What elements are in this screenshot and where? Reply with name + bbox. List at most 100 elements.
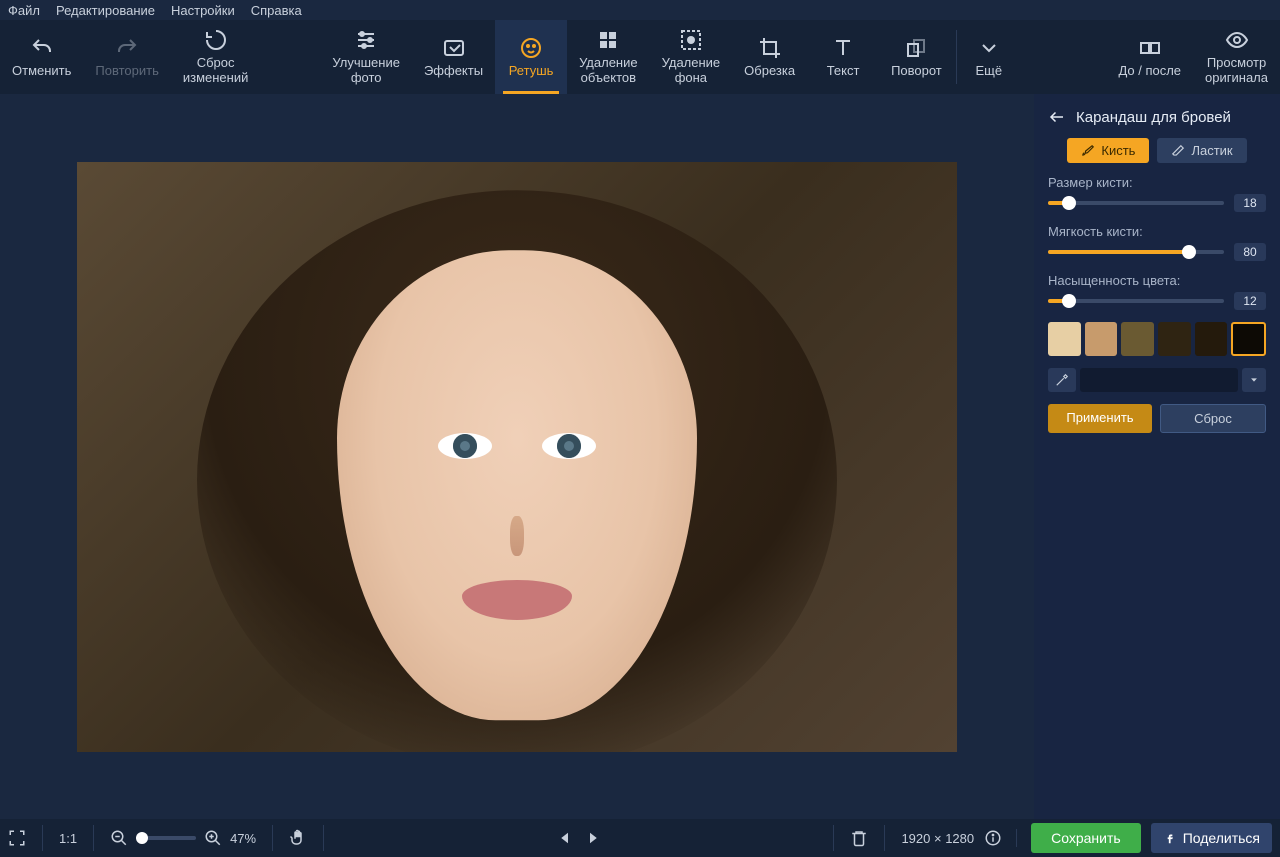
hand-pan-icon[interactable] [289, 829, 307, 847]
remove-objects-tool[interactable]: Удаление объектов [567, 20, 650, 94]
back-icon[interactable] [1048, 108, 1066, 126]
toolbar-separator [956, 30, 957, 84]
brush-icon [1081, 144, 1095, 158]
color-saturation-slider-group: Насыщенность цвета: 12 [1048, 273, 1266, 310]
color-swatch-5[interactable] [1195, 322, 1228, 356]
more-tools-button[interactable]: Ещё [959, 20, 1019, 94]
remove-bg-label: Удаление фона [662, 56, 721, 86]
panel-header: Карандаш для бровей [1048, 108, 1266, 126]
color-swatch-2[interactable] [1085, 322, 1118, 356]
brush-size-slider[interactable] [1048, 201, 1224, 205]
rotate-label: Поворот [891, 64, 942, 79]
compare-icon [1138, 36, 1162, 60]
bottombar-right: 1920 × 1280 Сохранить Поделиться [901, 823, 1272, 853]
enhance-tool[interactable]: Улучшение фото [320, 20, 412, 94]
color-saturation-value[interactable]: 12 [1234, 292, 1266, 310]
text-tool[interactable]: Текст [807, 20, 879, 94]
undo-icon [30, 36, 54, 60]
eraser-toggle-label: Ластик [1191, 143, 1232, 158]
info-icon[interactable] [984, 829, 1002, 847]
zoom-in-icon[interactable] [204, 829, 222, 847]
color-picker-row [1048, 368, 1266, 392]
undo-button[interactable]: Отменить [0, 20, 83, 94]
bottombar: 1:1 47% 1920 × 1280 Сохранить Поделиться [0, 819, 1280, 857]
effects-tool[interactable]: Эффекты [412, 20, 495, 94]
image-dimensions: 1920 × 1280 [901, 831, 974, 846]
remove-background-tool[interactable]: Удаление фона [650, 20, 733, 94]
before-after-label: До / после [1118, 64, 1181, 79]
dropdown-icon [1249, 375, 1259, 385]
brush-size-slider-group: Размер кисти: 18 [1048, 175, 1266, 212]
prev-icon[interactable] [556, 829, 574, 847]
color-swatch-3[interactable] [1121, 322, 1154, 356]
main-area: Карандаш для бровей Кисть Ластик Размер … [0, 94, 1280, 819]
color-dropdown[interactable] [1242, 368, 1266, 392]
image-canvas[interactable] [77, 162, 957, 752]
crop-tool[interactable]: Обрезка [732, 20, 807, 94]
undo-redo-center [340, 829, 817, 847]
reset-changes-button[interactable]: Сброс изменений [171, 20, 261, 94]
color-saturation-label: Насыщенность цвета: [1048, 273, 1266, 288]
share-button[interactable]: Поделиться [1151, 823, 1272, 853]
eye-icon [1225, 28, 1249, 52]
panel-reset-button[interactable]: Сброс [1160, 404, 1266, 433]
eyedropper-icon [1055, 373, 1069, 387]
redo-icon [115, 36, 139, 60]
eraser-icon [1171, 144, 1185, 158]
redo-button[interactable]: Повторить [83, 20, 170, 94]
menubar: Файл Редактирование Настройки Справка [0, 0, 1280, 20]
share-label: Поделиться [1183, 830, 1260, 846]
zoom-out-icon[interactable] [110, 829, 128, 847]
color-saturation-slider[interactable] [1048, 299, 1224, 303]
save-button[interactable]: Сохранить [1031, 823, 1141, 853]
menu-help[interactable]: Справка [251, 3, 302, 18]
trash-icon[interactable] [850, 829, 868, 847]
zoom-slider[interactable] [136, 836, 196, 840]
brush-toggle-label: Кисть [1101, 143, 1135, 158]
remove-objects-label: Удаление объектов [579, 56, 638, 86]
view-original-label: Просмотр оригинала [1205, 56, 1268, 86]
eraser-toggle[interactable]: Ластик [1157, 138, 1246, 163]
toolbar: Отменить Повторить Сброс изменений Улучш… [0, 20, 1280, 94]
text-icon [831, 36, 855, 60]
more-label: Ещё [975, 64, 1002, 79]
face-icon [519, 36, 543, 60]
panel-actions: Применить Сброс [1048, 404, 1266, 433]
redo-label: Повторить [95, 64, 158, 79]
undo-label: Отменить [12, 64, 71, 79]
color-input[interactable] [1080, 368, 1238, 392]
crop-icon [758, 36, 782, 60]
color-swatch-6[interactable] [1231, 322, 1266, 356]
brush-softness-value[interactable]: 80 [1234, 243, 1266, 261]
brush-size-label: Размер кисти: [1048, 175, 1266, 190]
retouch-tool[interactable]: Ретушь [495, 20, 567, 94]
scale-1-1-button[interactable]: 1:1 [59, 831, 77, 846]
zoom-controls: 47% [110, 829, 256, 847]
crop-label: Обрезка [744, 64, 795, 79]
brush-size-value[interactable]: 18 [1234, 194, 1266, 212]
chevron-down-icon [977, 36, 1001, 60]
next-icon[interactable] [584, 829, 602, 847]
brush-toggle[interactable]: Кисть [1067, 138, 1149, 163]
before-after-button[interactable]: До / после [1106, 20, 1193, 94]
tool-panel: Карандаш для бровей Кисть Ластик Размер … [1034, 94, 1280, 819]
eyedropper-button[interactable] [1048, 368, 1076, 392]
apply-button[interactable]: Применить [1048, 404, 1152, 433]
brush-softness-slider-group: Мягкость кисти: 80 [1048, 224, 1266, 261]
menu-settings[interactable]: Настройки [171, 3, 235, 18]
retouch-label: Ретушь [509, 64, 554, 79]
menu-file[interactable]: Файл [8, 3, 40, 18]
effects-label: Эффекты [424, 64, 483, 79]
reset-icon [204, 28, 228, 52]
menu-edit[interactable]: Редактирование [56, 3, 155, 18]
rotate-tool[interactable]: Поворот [879, 20, 954, 94]
fullscreen-icon[interactable] [8, 829, 26, 847]
brush-softness-slider[interactable] [1048, 250, 1224, 254]
color-swatch-4[interactable] [1158, 322, 1191, 356]
enhance-label: Улучшение фото [332, 56, 400, 86]
color-swatch-1[interactable] [1048, 322, 1081, 356]
sliders-icon [354, 28, 378, 52]
view-original-button[interactable]: Просмотр оригинала [1193, 20, 1280, 94]
canvas-area [0, 94, 1034, 819]
effects-icon [442, 36, 466, 60]
